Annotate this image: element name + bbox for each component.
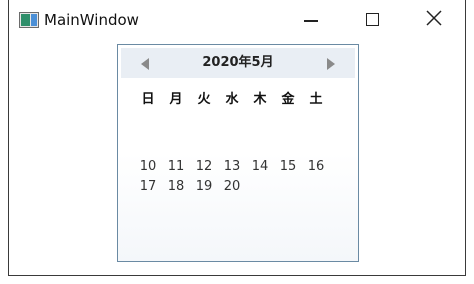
day-cell[interactable]: 19 bbox=[190, 178, 218, 196]
calendar-header: 2020年5月 bbox=[121, 48, 355, 78]
minimize-icon bbox=[304, 20, 318, 22]
close-button[interactable] bbox=[411, 0, 457, 40]
maximize-button[interactable] bbox=[349, 0, 395, 40]
day-cell[interactable]: 12 bbox=[190, 158, 218, 176]
day-cell[interactable]: 13 bbox=[218, 158, 246, 176]
day-cell[interactable]: 15 bbox=[274, 158, 302, 176]
weekday-label: 土 bbox=[309, 92, 323, 107]
day-cell[interactable]: 16 bbox=[302, 158, 330, 176]
weekday-label: 火 bbox=[197, 92, 211, 107]
day-cell[interactable]: 17 bbox=[134, 178, 162, 196]
weekday-label: 日 bbox=[141, 92, 155, 107]
maximize-icon bbox=[366, 13, 379, 26]
day-cell[interactable]: 20 bbox=[218, 178, 246, 196]
weekday-label: 木 bbox=[253, 92, 267, 107]
weekday-label: 水 bbox=[225, 92, 239, 107]
calendar[interactable]: 2020年5月 日 月 火 水 木 金 土 10 11 12 13 14 15 … bbox=[117, 44, 359, 262]
app-window-icon bbox=[19, 12, 39, 28]
window-title: MainWindow bbox=[44, 11, 139, 29]
day-cell[interactable]: 18 bbox=[162, 178, 190, 196]
triangle-right-icon[interactable] bbox=[325, 57, 337, 71]
day-cell[interactable]: 11 bbox=[162, 158, 190, 176]
minimize-button[interactable] bbox=[287, 0, 333, 40]
weekday-label: 金 bbox=[281, 92, 295, 107]
day-cell[interactable]: 10 bbox=[134, 158, 162, 176]
main-window: MainWindow 2020年5月 日 月 火 水 木 金 土 10 11 1… bbox=[8, 0, 466, 276]
close-icon bbox=[426, 10, 442, 26]
day-grid: 10 11 12 13 14 15 16 17 18 19 20 bbox=[134, 158, 348, 202]
weekday-row: 日 月 火 水 木 金 土 bbox=[134, 91, 348, 109]
weekday-label: 月 bbox=[169, 92, 183, 107]
title-bar[interactable]: MainWindow bbox=[9, 0, 465, 40]
month-year-label[interactable]: 2020年5月 bbox=[121, 55, 355, 71]
day-cell[interactable]: 14 bbox=[246, 158, 274, 176]
